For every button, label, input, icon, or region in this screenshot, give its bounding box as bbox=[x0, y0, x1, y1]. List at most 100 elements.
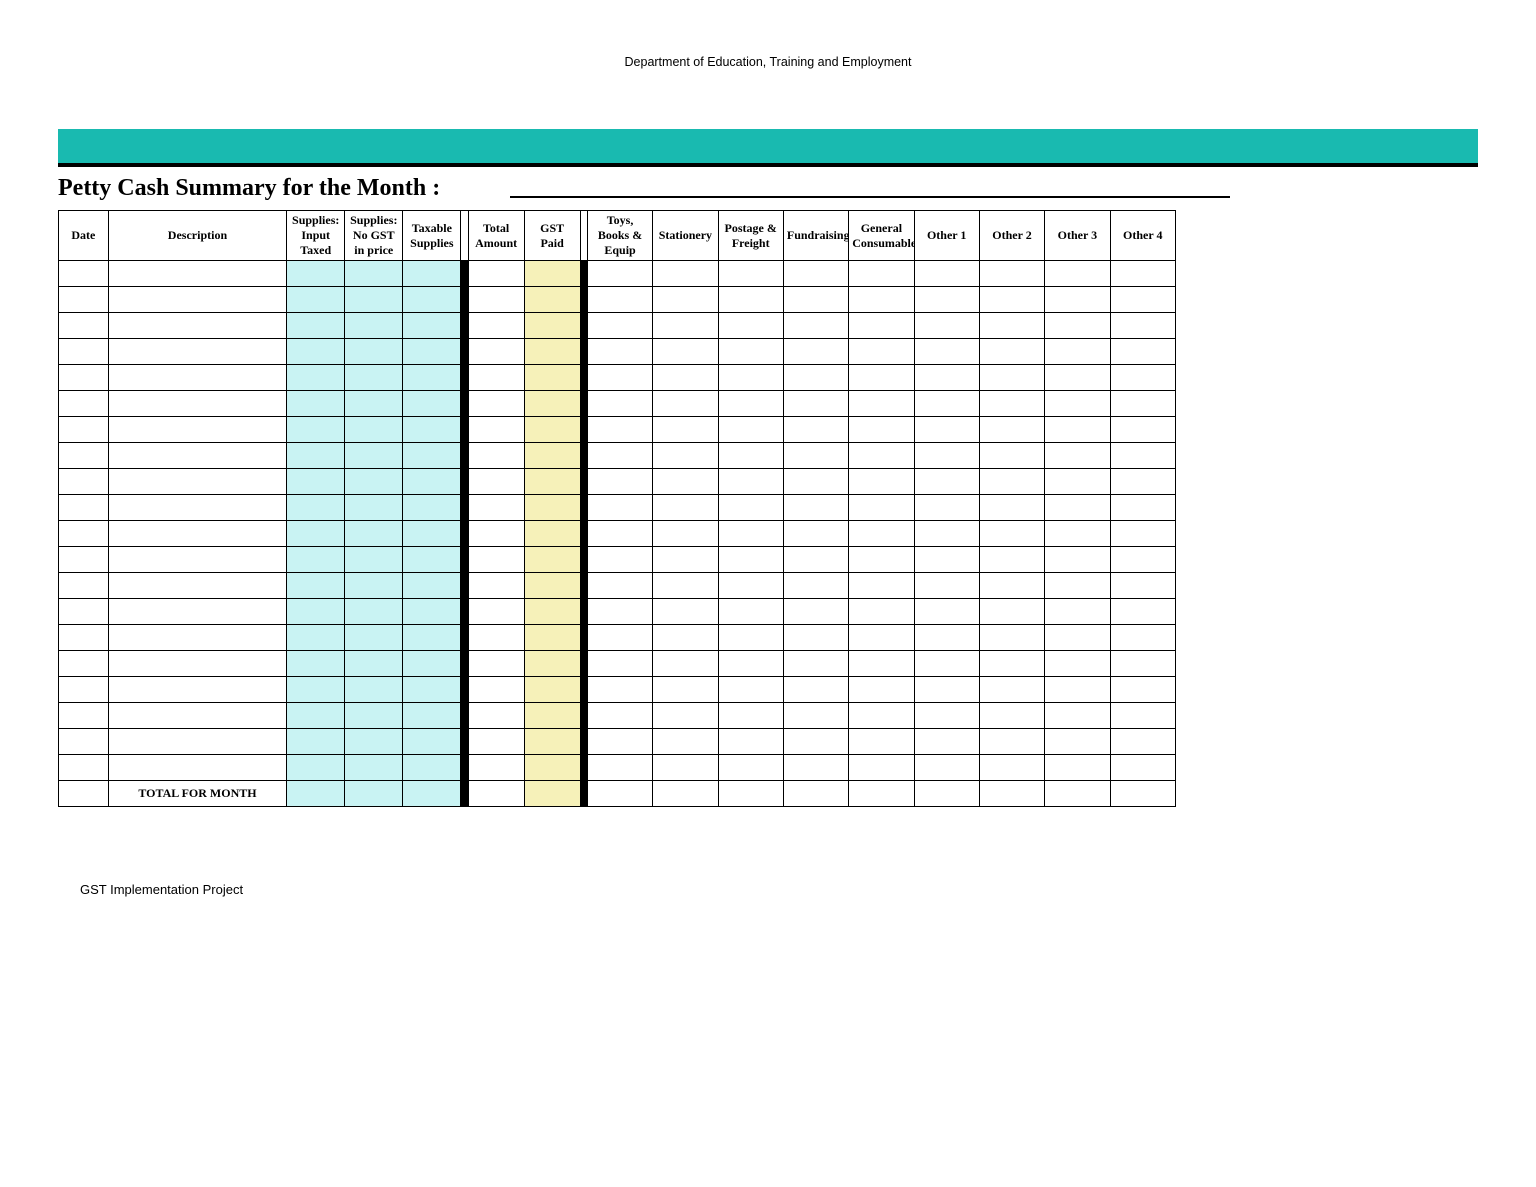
cell[interactable] bbox=[979, 261, 1044, 287]
cell[interactable] bbox=[718, 339, 783, 365]
cell[interactable] bbox=[403, 365, 461, 391]
cell[interactable] bbox=[783, 391, 848, 417]
cell[interactable] bbox=[587, 755, 652, 781]
cell[interactable] bbox=[914, 625, 979, 651]
cell[interactable] bbox=[914, 443, 979, 469]
cell[interactable] bbox=[587, 339, 652, 365]
cell[interactable] bbox=[914, 339, 979, 365]
cell[interactable] bbox=[718, 573, 783, 599]
cell[interactable] bbox=[718, 287, 783, 313]
cell[interactable] bbox=[287, 469, 345, 495]
cell[interactable] bbox=[849, 469, 914, 495]
cell[interactable] bbox=[59, 729, 109, 755]
cell[interactable] bbox=[979, 547, 1044, 573]
cell[interactable] bbox=[345, 625, 403, 651]
cell[interactable] bbox=[108, 729, 286, 755]
cell[interactable] bbox=[979, 313, 1044, 339]
cell[interactable] bbox=[1045, 573, 1110, 599]
cell[interactable] bbox=[1045, 287, 1110, 313]
cell[interactable] bbox=[287, 573, 345, 599]
cell[interactable] bbox=[653, 573, 718, 599]
cell[interactable] bbox=[718, 703, 783, 729]
cell[interactable] bbox=[468, 729, 524, 755]
cell[interactable] bbox=[59, 391, 109, 417]
cell[interactable] bbox=[524, 521, 580, 547]
cell[interactable] bbox=[653, 625, 718, 651]
cell[interactable] bbox=[59, 573, 109, 599]
cell[interactable] bbox=[914, 729, 979, 755]
cell[interactable] bbox=[1110, 547, 1175, 573]
cell[interactable] bbox=[108, 495, 286, 521]
cell[interactable] bbox=[108, 703, 286, 729]
cell[interactable] bbox=[403, 521, 461, 547]
cell[interactable] bbox=[403, 261, 461, 287]
cell[interactable] bbox=[524, 417, 580, 443]
cell[interactable] bbox=[849, 339, 914, 365]
cell[interactable] bbox=[849, 495, 914, 521]
cell[interactable] bbox=[1110, 313, 1175, 339]
cell[interactable] bbox=[914, 521, 979, 547]
cell[interactable] bbox=[587, 599, 652, 625]
cell[interactable] bbox=[849, 261, 914, 287]
cell[interactable] bbox=[653, 495, 718, 521]
cell[interactable] bbox=[1045, 469, 1110, 495]
cell[interactable] bbox=[914, 365, 979, 391]
cell[interactable] bbox=[718, 391, 783, 417]
cell[interactable] bbox=[524, 599, 580, 625]
cell[interactable] bbox=[345, 677, 403, 703]
cell[interactable] bbox=[108, 443, 286, 469]
cell[interactable] bbox=[849, 391, 914, 417]
cell[interactable] bbox=[345, 261, 403, 287]
cell[interactable] bbox=[849, 573, 914, 599]
cell[interactable] bbox=[287, 547, 345, 573]
cell[interactable] bbox=[849, 287, 914, 313]
cell[interactable] bbox=[287, 495, 345, 521]
cell[interactable] bbox=[287, 625, 345, 651]
cell[interactable] bbox=[468, 599, 524, 625]
cell[interactable] bbox=[1045, 391, 1110, 417]
cell[interactable] bbox=[287, 599, 345, 625]
cell[interactable] bbox=[287, 261, 345, 287]
cell[interactable] bbox=[914, 261, 979, 287]
cell[interactable] bbox=[1110, 339, 1175, 365]
cell[interactable] bbox=[587, 417, 652, 443]
cell[interactable] bbox=[403, 599, 461, 625]
cell[interactable] bbox=[468, 287, 524, 313]
cell[interactable] bbox=[287, 287, 345, 313]
cell[interactable] bbox=[718, 547, 783, 573]
cell[interactable] bbox=[587, 521, 652, 547]
cell[interactable] bbox=[345, 651, 403, 677]
cell[interactable] bbox=[587, 703, 652, 729]
cell[interactable] bbox=[653, 703, 718, 729]
cell[interactable] bbox=[468, 313, 524, 339]
cell[interactable] bbox=[468, 521, 524, 547]
cell[interactable] bbox=[849, 313, 914, 339]
cell[interactable] bbox=[403, 495, 461, 521]
cell[interactable] bbox=[403, 729, 461, 755]
cell[interactable] bbox=[287, 365, 345, 391]
cell[interactable] bbox=[849, 599, 914, 625]
cell[interactable] bbox=[524, 755, 580, 781]
cell[interactable] bbox=[108, 677, 286, 703]
cell[interactable] bbox=[108, 547, 286, 573]
cell[interactable] bbox=[783, 729, 848, 755]
cell[interactable] bbox=[979, 521, 1044, 547]
cell[interactable] bbox=[849, 651, 914, 677]
cell[interactable] bbox=[1045, 261, 1110, 287]
cell[interactable] bbox=[914, 287, 979, 313]
cell[interactable] bbox=[108, 521, 286, 547]
cell[interactable] bbox=[403, 755, 461, 781]
cell[interactable] bbox=[468, 339, 524, 365]
cell[interactable] bbox=[1045, 365, 1110, 391]
cell[interactable] bbox=[783, 339, 848, 365]
cell[interactable] bbox=[979, 391, 1044, 417]
cell[interactable] bbox=[59, 365, 109, 391]
cell[interactable] bbox=[783, 677, 848, 703]
cell[interactable] bbox=[783, 547, 848, 573]
cell[interactable] bbox=[979, 729, 1044, 755]
cell[interactable] bbox=[653, 261, 718, 287]
cell[interactable] bbox=[59, 703, 109, 729]
cell[interactable] bbox=[783, 755, 848, 781]
cell[interactable] bbox=[287, 313, 345, 339]
cell[interactable] bbox=[979, 469, 1044, 495]
